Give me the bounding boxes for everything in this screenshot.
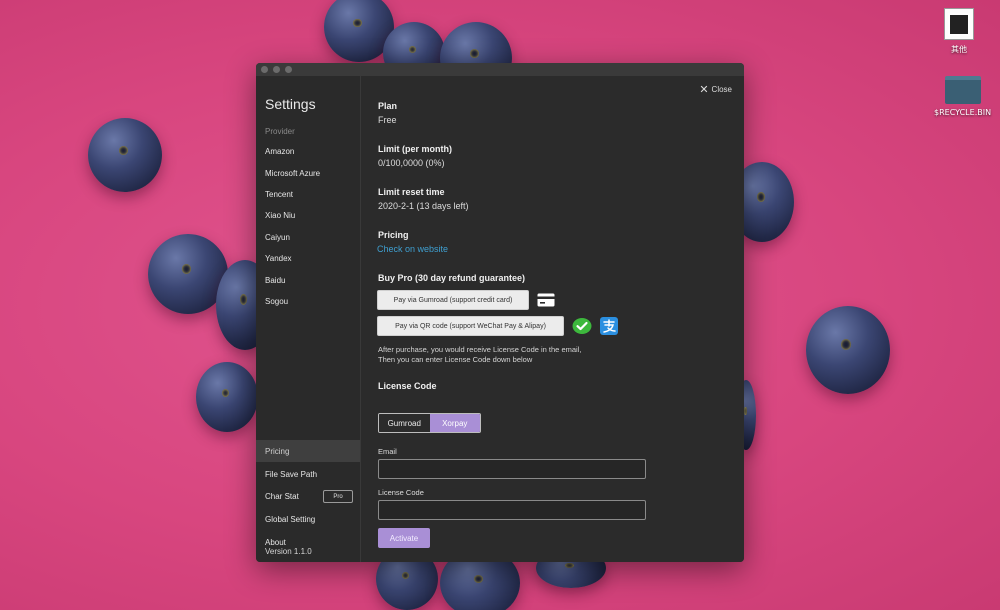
close-icon: ✕ [699, 83, 709, 96]
plan-value: Free [378, 115, 397, 125]
document-icon [944, 8, 974, 40]
limit-label: Limit (per month) [378, 144, 452, 154]
close-label: Close [711, 85, 732, 94]
pricing-label: Pricing [378, 230, 409, 240]
activate-button[interactable]: Activate [378, 528, 430, 548]
sidebar-item-char-stat[interactable]: Char Stat Pro [256, 485, 360, 507]
sidebar-title: Settings [265, 96, 316, 112]
provider-section-header: Provider [265, 127, 295, 136]
close-window-button[interactable] [261, 66, 268, 73]
email-field[interactable] [378, 459, 646, 479]
purchase-note-line-2: Then you can enter License Code down bel… [378, 355, 533, 364]
credit-card-icon [537, 292, 555, 308]
wechat-pay-icon [572, 317, 592, 335]
folder-icon [944, 76, 981, 104]
sidebar-item-caiyun[interactable]: Caiyun [256, 226, 360, 248]
reset-time-value: 2020-2-1 (13 days left) [378, 201, 469, 211]
pricing-panel: ✕ Close Plan Free Limit (per month) 0/10… [362, 76, 744, 562]
sidebar-item-global-setting[interactable]: Global Setting [256, 508, 360, 530]
sidebar: Settings Provider Amazon Microsoft Azure… [256, 76, 361, 562]
sidebar-item-label: Char Stat [265, 491, 299, 501]
email-label: Email [378, 447, 397, 456]
desktop-icon-label: 其他 [951, 45, 967, 54]
pay-qr-code-button[interactable]: Pay via QR code (support WeChat Pay & Al… [377, 316, 564, 336]
buy-pro-label: Buy Pro (30 day refund guarantee) [378, 273, 526, 283]
sidebar-item-pricing[interactable]: Pricing [256, 440, 360, 462]
settings-window: Settings Provider Amazon Microsoft Azure… [256, 63, 744, 562]
plan-label: Plan [378, 101, 398, 111]
sidebar-item-baidu[interactable]: Baidu [256, 269, 360, 291]
tab-gumroad[interactable]: Gumroad [379, 414, 430, 432]
desktop-icon-other[interactable]: 其他 [944, 8, 974, 55]
reset-time-label: Limit reset time [378, 187, 445, 197]
sidebar-item-amazon[interactable]: Amazon [256, 140, 360, 162]
minimize-window-button[interactable] [273, 66, 280, 73]
license-code-label: License Code [378, 381, 437, 391]
pricing-website-link[interactable]: Check on website [377, 244, 448, 254]
pro-badge: Pro [323, 490, 353, 503]
license-code-field-label: License Code [378, 488, 424, 497]
title-bar[interactable] [256, 63, 744, 76]
purchase-note: After purchase, you would receive Licens… [378, 345, 581, 365]
sidebar-item-file-save-path[interactable]: File Save Path [256, 463, 360, 485]
alipay-icon [600, 317, 618, 335]
zoom-window-button[interactable] [285, 66, 292, 73]
desktop-icon-recycle-bin[interactable]: $RECYCLE.BIN [934, 76, 991, 117]
sidebar-item-yandex[interactable]: Yandex [256, 247, 360, 269]
license-code-field[interactable] [378, 500, 646, 520]
purchase-note-line-1: After purchase, you would receive Licens… [378, 345, 582, 354]
sidebar-item-microsoft-azure[interactable]: Microsoft Azure [256, 162, 360, 184]
desktop-icon-label: $RECYCLE.BIN [934, 108, 992, 117]
tab-xorpay[interactable]: Xorpay [429, 414, 480, 432]
close-button[interactable]: ✕ Close [699, 83, 732, 96]
limit-value: 0/100,0000 (0%) [378, 158, 445, 168]
sidebar-item-sogou[interactable]: Sogou [256, 290, 360, 312]
pay-gumroad-button[interactable]: Pay via Gumroad (support credit card) [377, 290, 529, 310]
version-label: Version 1.1.0 [265, 547, 312, 556]
sidebar-item-xiao-niu[interactable]: Xiao Niu [256, 204, 360, 226]
license-provider-segmented-control: Gumroad Xorpay [378, 413, 481, 433]
sidebar-item-tencent[interactable]: Tencent [256, 183, 360, 205]
